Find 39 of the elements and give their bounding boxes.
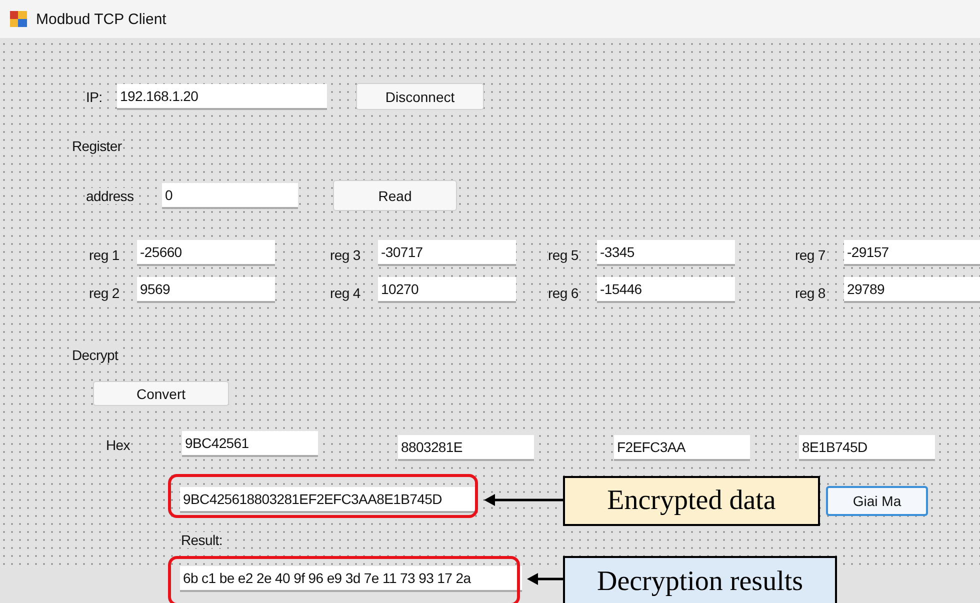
register-label: reg 2 (89, 285, 120, 301)
address-label: address (86, 188, 134, 204)
register-label: reg 4 (330, 285, 360, 301)
ip-field[interactable]: 192.168.1.20 (117, 84, 327, 110)
hex-field[interactable]: 9BC42561 (182, 431, 318, 457)
register-field[interactable]: -3345 (597, 240, 735, 266)
callout-label: Encrypted data (563, 476, 820, 526)
register-label: reg 1 (89, 247, 120, 263)
hex-field[interactable]: 8803281E (398, 435, 534, 461)
convert-button[interactable]: Convert (93, 381, 229, 406)
result-field[interactable]: 6b c1 be e2 2e 40 9f 96 e9 3d 7e 11 73 93 17 2a (180, 566, 522, 592)
register-label: reg 7 (795, 247, 826, 263)
register-field[interactable]: 29789 (844, 277, 980, 303)
section-heading: Decrypt (72, 347, 118, 363)
register-label: reg 6 (548, 285, 578, 301)
callout-label: Decryption results (563, 556, 837, 603)
section-heading: Register (72, 138, 122, 154)
app-icon (10, 11, 28, 27)
register-field[interactable]: 9569 (137, 277, 275, 303)
encrypted-field[interactable]: 9BC425618803281EF2EFC3AA8E1B745D (180, 487, 478, 513)
hex-field[interactable]: 8E1B745D (799, 435, 935, 461)
window-title: Modbud TCP Client (36, 10, 166, 28)
hex-label: Hex (106, 437, 130, 453)
register-field[interactable]: 10270 (378, 277, 516, 303)
read-button[interactable]: Read (333, 180, 457, 211)
register-field[interactable]: -25660 (137, 240, 275, 266)
address-field[interactable]: 0 (162, 183, 298, 209)
register-label: reg 5 (548, 247, 578, 263)
disconnect-button[interactable]: Disconnect (356, 83, 484, 110)
result-label: Result: (181, 532, 222, 548)
register-field[interactable]: -15446 (597, 277, 735, 303)
register-field[interactable]: -30717 (378, 240, 516, 266)
register-field[interactable]: -29157 (844, 240, 980, 266)
register-label: reg 8 (795, 285, 826, 301)
hex-field[interactable]: F2EFC3AA (614, 435, 750, 461)
ip-label: IP: (86, 89, 102, 105)
decode-button[interactable]: Giai Ma (826, 486, 928, 516)
leader-arrow (527, 572, 563, 586)
register-label: reg 3 (330, 247, 360, 263)
